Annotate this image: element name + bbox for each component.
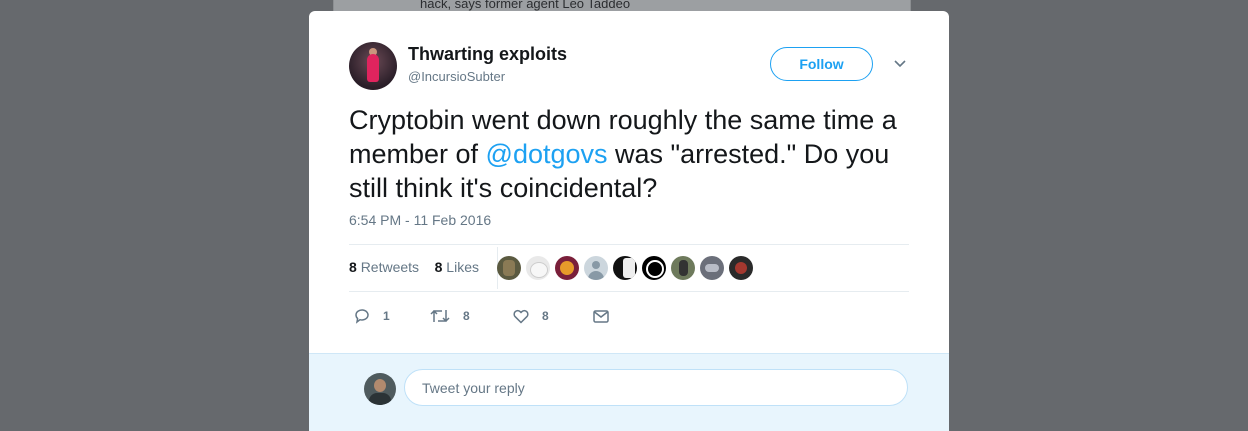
reply-icon: [355, 309, 369, 324]
retweets-label: Retweets: [360, 259, 420, 275]
like-button[interactable]: 8: [512, 306, 549, 326]
retweet-count: 8: [463, 309, 470, 323]
liker-avatar[interactable]: [729, 256, 753, 280]
background-headline: hack, says former agent Leo Taddeo: [420, 0, 631, 11]
follow-button[interactable]: Follow: [770, 47, 873, 81]
liker-avatar[interactable]: [642, 256, 666, 280]
likes-label: Likes: [446, 259, 479, 275]
envelope-icon: [593, 310, 609, 323]
liker-avatar[interactable]: [671, 256, 695, 280]
reply-section: Tweet your reply: [309, 353, 949, 431]
reply-placeholder: Tweet your reply: [422, 380, 525, 396]
retweets-stat[interactable]: 8 Retweets: [349, 259, 419, 275]
likes-stat[interactable]: 8 Likes: [435, 259, 479, 275]
tweet-stats: 8 Retweets 8 Likes: [349, 259, 479, 275]
retweets-count: 8: [349, 259, 357, 275]
liker-avatar[interactable]: [584, 256, 608, 280]
reply-count: 1: [383, 309, 390, 323]
tweet-timestamp[interactable]: 6:54 PM - 11 Feb 2016: [349, 212, 491, 228]
direct-message-button[interactable]: [592, 306, 610, 326]
reply-input[interactable]: Tweet your reply: [404, 369, 908, 406]
tweet-text: Cryptobin went down roughly the same tim…: [349, 103, 919, 205]
mention-link[interactable]: @dotgovs: [486, 139, 608, 169]
heart-icon: [513, 309, 529, 324]
chevron-down-icon[interactable]: [893, 59, 907, 69]
likes-count: 8: [434, 259, 443, 275]
author-avatar[interactable]: [349, 42, 397, 90]
like-count: 8: [542, 309, 549, 323]
divider: [349, 244, 909, 245]
retweet-icon: [430, 309, 450, 323]
liker-avatar[interactable]: [613, 256, 637, 280]
author-handle[interactable]: @IncursioSubter: [408, 69, 505, 84]
liker-avatar[interactable]: [700, 256, 724, 280]
retweet-button[interactable]: 8: [429, 306, 470, 326]
liker-avatar[interactable]: [497, 256, 521, 280]
tweet-modal: Thwarting exploits @IncursioSubter Follo…: [309, 11, 949, 431]
liker-avatar[interactable]: [555, 256, 579, 280]
divider: [349, 291, 909, 292]
current-user-avatar: [364, 373, 396, 405]
reply-button[interactable]: 1: [353, 306, 390, 326]
author-name[interactable]: Thwarting exploits: [408, 44, 567, 65]
liker-avatar[interactable]: [526, 256, 550, 280]
